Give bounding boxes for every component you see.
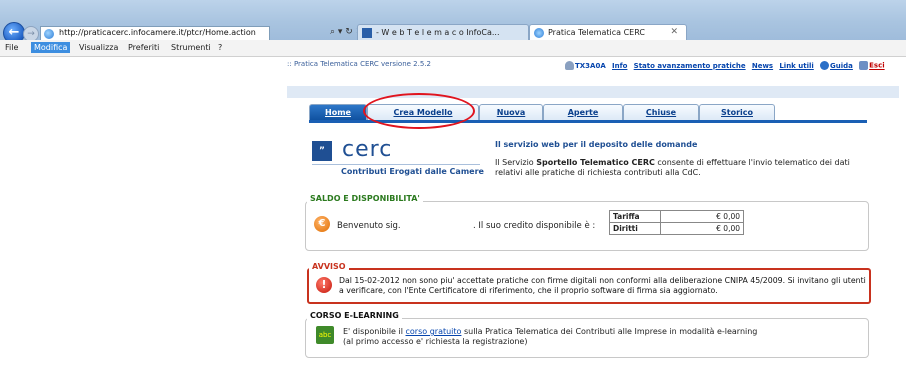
service-description: Il Servizio Sportello Telematico CERC co… [495,158,875,178]
service-desc-pre: Il Servizio [495,158,537,167]
warning-icon: ! [316,277,332,293]
user-links: TX3A0A Info Stato avanzamento pratiche N… [565,61,885,70]
menu-strumenti[interactable]: Strumenti [168,42,214,53]
corso-gratuito-link[interactable]: corso gratuito [406,327,462,336]
logo-divider [312,164,480,165]
tab-nuova[interactable]: Nuova [479,104,543,121]
saldo-table: Tariffa € 0,00 Diritti € 0,00 [609,210,744,235]
browser-tab-pratica[interactable]: Pratica Telematica CERC ✕ [529,24,687,41]
tab-storico[interactable]: Storico [699,104,775,121]
menu-visualizza[interactable]: Visualizza [76,42,121,53]
browser-tab-webtelemaco[interactable]: - W e b T e l e m a c o InfoCa... [357,24,529,41]
browser-tab-label: Pratica Telematica CERC [548,28,645,37]
table-row: Diritti € 0,00 [609,222,744,235]
help-icon [820,61,830,70]
header-banner [287,86,899,98]
highlight-circle [363,93,475,129]
close-tab-icon[interactable]: ✕ [670,27,678,37]
corso-text-pre: E' disponibile il [343,327,406,336]
menu-bar: File Modifica Visualizza Preferiti Strum… [0,40,906,57]
cerc-logo-subtitle: Contributi Erogati dalle Camere [341,167,484,176]
menu-modifica[interactable]: Modifica [31,42,71,53]
diritti-label: Diritti [609,222,661,235]
cerc-logo-text: cerc [342,137,393,162]
tab-home[interactable]: Home [309,104,367,121]
tariffa-label: Tariffa [609,210,661,223]
tab-chiuse-label: Chiuse [645,108,677,117]
exit-icon [859,61,869,70]
saldo-title: SALDO E DISPONIBILITA' [307,194,423,203]
link-utili[interactable]: Link utili [779,62,813,70]
menu-preferiti[interactable]: Preferiti [125,42,162,53]
menu-file[interactable]: File [2,42,21,53]
link-esci[interactable]: Esci [869,62,885,70]
tab-chiuse[interactable]: Chiuse [623,104,699,121]
service-desc-bold: Sportello Telematico CERC [536,158,655,167]
tariffa-value: € 0,00 [660,210,744,223]
ie-page-icon [44,29,54,39]
avviso-text: Dal 15-02-2012 non sono piu' accettate p… [339,276,866,295]
link-news[interactable]: News [752,62,773,70]
tab-home-label: Home [325,108,351,117]
elearning-icon: abc [316,326,334,344]
cerc-logo-icon: ” [312,141,332,161]
browser-tab-label: - W e b T e l e m a c o InfoCa... [376,28,500,37]
corso-text-post: sulla Pratica Telematica dei Contributi … [461,327,758,336]
corso-title: CORSO E-LEARNING [307,311,402,320]
version-label: :: Pratica Telematica CERC versione 2.5.… [287,60,431,68]
tab-aperte[interactable]: Aperte [543,104,623,121]
avviso-title: AVVISO [309,262,349,271]
username: TX3A0A [575,61,606,70]
link-info[interactable]: Info [612,62,627,70]
link-guida[interactable]: Guida [830,62,853,70]
service-title: Il servizio web per il deposito delle do… [495,140,698,149]
tab-storico-label: Storico [720,108,753,117]
webtelemaco-icon [362,28,372,38]
user-icon [565,61,574,70]
tab-nuova-label: Nuova [496,108,526,117]
corso-text: E' disponibile il corso gratuito sulla P… [343,327,853,347]
ie-page-icon [534,28,544,38]
welcome-text: Benvenuto sig. [337,221,401,231]
link-stato-avanzamento[interactable]: Stato avanzamento pratiche [634,62,746,70]
diritti-value: € 0,00 [660,222,744,235]
tab-aperte-label: Aperte [567,108,599,117]
credit-label: . Il suo credito disponibile è : [473,221,596,231]
euro-icon: € [314,216,330,232]
menu-help[interactable]: ? [215,42,225,53]
address-url: http://praticacerc.infocamere.it/ptcr/Ho… [59,28,256,37]
table-row: Tariffa € 0,00 [609,210,744,223]
corso-text-line2: (al primo accesso e' richiesta la regist… [343,337,528,346]
